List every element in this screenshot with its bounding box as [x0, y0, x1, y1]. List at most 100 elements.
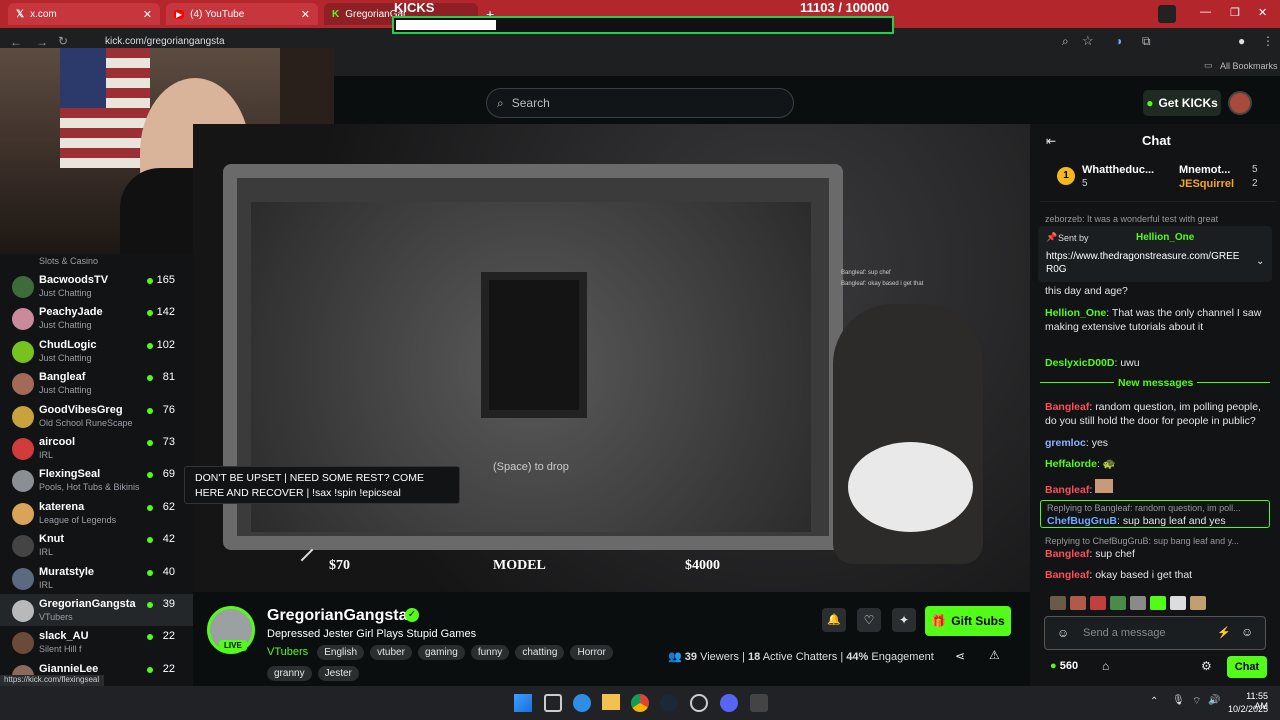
profile-icon[interactable]: [1158, 5, 1176, 23]
sidebar-channel-muratstyle[interactable]: Muratstyle IRL 40: [0, 562, 193, 594]
puzzle-icon[interactable]: ⧉: [1142, 34, 1151, 49]
emote-picker-icon[interactable]: ⚡: [1217, 626, 1231, 639]
message-user[interactable]: Bangleaf: [1045, 569, 1089, 581]
bookmark-star-icon[interactable]: ☆: [1082, 33, 1094, 49]
message-user[interactable]: Bangleaf: [1045, 484, 1089, 496]
emote-icon[interactable]: [1190, 596, 1206, 610]
sidebar-channel-bacwoodstv[interactable]: BacwoodsTV Just Chatting 165: [0, 270, 193, 302]
report-icon[interactable]: ⚠: [989, 648, 1000, 662]
tag[interactable]: granny: [267, 666, 312, 681]
gift-subs-button[interactable]: 🎁 Gift Subs: [925, 606, 1011, 636]
search-input[interactable]: ⌕ Search: [486, 88, 794, 118]
task-view-icon[interactable]: [544, 694, 562, 712]
emote-icon[interactable]: [1110, 596, 1126, 610]
tag[interactable]: vtuber: [370, 645, 412, 660]
message-user[interactable]: DeslyxicD00D: [1045, 357, 1114, 369]
message-text: this day and age?: [1045, 285, 1128, 297]
message-user[interactable]: Bangleaf: [1045, 401, 1089, 413]
sidebar-channel-aircool[interactable]: aircool IRL 73: [0, 432, 193, 464]
emote-icon[interactable]: [1150, 596, 1166, 610]
emote-icon[interactable]: [1070, 596, 1086, 610]
leader-name[interactable]: JESquirrel: [1179, 178, 1234, 190]
discord-icon[interactable]: [720, 694, 738, 712]
leader-name[interactable]: Mnemot...: [1179, 164, 1230, 176]
message-user[interactable]: Bangleaf: [1045, 548, 1089, 560]
chrome-icon[interactable]: [631, 694, 649, 712]
tray-chevron-icon[interactable]: ⌃: [1150, 696, 1158, 707]
collapse-chat-icon[interactable]: ⇤: [1046, 134, 1056, 148]
microphone-icon[interactable]: 🎙: [1172, 695, 1185, 706]
send-chat-button[interactable]: Chat: [1227, 656, 1267, 678]
share-icon[interactable]: ⋖: [955, 649, 965, 663]
sidebar-channel-knut[interactable]: Knut IRL 42: [0, 529, 193, 561]
viewer-count: 76: [162, 403, 175, 416]
close-window-icon[interactable]: ✕: [1258, 6, 1267, 19]
channel-avatar: [12, 535, 34, 558]
chevron-down-icon[interactable]: ⌄: [1256, 256, 1264, 267]
tag[interactable]: English: [317, 645, 365, 660]
emote-icon[interactable]: [1170, 596, 1186, 610]
gift-icon[interactable]: ⌂: [1102, 659, 1109, 673]
tag[interactable]: chatting: [515, 645, 565, 660]
wifi-icon[interactable]: ⌔: [1192, 695, 1201, 708]
close-icon[interactable]: ✕: [143, 8, 152, 21]
message-user[interactable]: Heffalorde: [1045, 458, 1097, 470]
tag[interactable]: Jester: [317, 666, 359, 681]
user-avatar[interactable]: [1228, 91, 1252, 115]
category-link[interactable]: VTubers: [267, 646, 308, 658]
sidebar-channel-katerena[interactable]: katerena League of Legends 62: [0, 497, 193, 529]
tab-x[interactable]: 𝕏 x.com ✕: [8, 3, 160, 25]
viewer-count: 62: [162, 500, 175, 513]
emote-icon[interactable]: [1050, 596, 1066, 610]
file-explorer-icon[interactable]: [602, 694, 620, 710]
minimize-icon[interactable]: —: [1200, 6, 1211, 18]
back-icon[interactable]: ←: [10, 35, 22, 49]
zoom-icon[interactable]: ⌕: [1062, 34, 1069, 49]
tab-youtube[interactable]: ▶ (4) YouTube ✕: [166, 3, 318, 25]
message-user[interactable]: ChefBugGruB: [1047, 515, 1117, 527]
emote-icon[interactable]: [1090, 596, 1106, 610]
app-icon[interactable]: [750, 694, 768, 712]
sidebar-channel-flexingseal[interactable]: FlexingSeal Pools, Hot Tubs & Bikinis 69: [0, 464, 193, 496]
close-icon[interactable]: ✕: [301, 8, 310, 21]
maximize-icon[interactable]: ❐: [1230, 6, 1240, 19]
volume-icon[interactable]: 🔊: [1208, 695, 1220, 706]
gear-icon[interactable]: ⚙: [1201, 659, 1212, 673]
emote-icon[interactable]: [1130, 596, 1146, 610]
channel-name[interactable]: GregorianGangsta: [267, 607, 407, 625]
steam-icon[interactable]: [660, 694, 678, 712]
get-kicks-button[interactable]: ● Get KICKs: [1143, 90, 1221, 116]
all-bookmarks[interactable]: All Bookmarks: [1220, 61, 1278, 71]
chat-input[interactable]: ☺ Send a message ⚡ ☺: [1044, 616, 1266, 650]
edge-icon[interactable]: [573, 694, 591, 712]
stream-video[interactable]: (Space) to drop $70 MODEL $4000 Bangleaf…: [193, 124, 1030, 592]
sparkle-button[interactable]: ✦: [892, 608, 916, 632]
obs-icon[interactable]: [690, 694, 708, 712]
leader-name[interactable]: Whattheduc...: [1082, 164, 1154, 176]
extension-icon[interactable]: ◑: [1115, 34, 1122, 48]
follow-heart-button[interactable]: ♡: [857, 608, 881, 632]
menu-icon[interactable]: ⋮: [1262, 34, 1274, 48]
sidebar-channel-chudlogic[interactable]: ChudLogic Just Chatting 102: [0, 335, 193, 367]
tag[interactable]: funny: [470, 645, 510, 660]
sidebar-channel-gregoriangangsta[interactable]: GregorianGangsta VTubers 39: [0, 594, 193, 626]
notification-bell-button[interactable]: 🔔: [822, 608, 846, 632]
url-text[interactable]: kick.com/gregoriangangsta: [105, 36, 225, 47]
pinned-user[interactable]: Hellion_One: [1136, 232, 1194, 243]
tag[interactable]: Horror: [570, 645, 613, 660]
windows-start-icon[interactable]: [514, 694, 532, 712]
message-user[interactable]: gremloc: [1045, 437, 1086, 449]
clock-date[interactable]: 10/2/2025: [1226, 704, 1268, 714]
reload-icon[interactable]: ↻: [58, 34, 68, 48]
forward-icon[interactable]: →: [36, 35, 48, 49]
sidebar-channel-peachyjade[interactable]: PeachyJade Just Chatting 142: [0, 302, 193, 334]
message-user[interactable]: Hellion_One: [1045, 307, 1106, 319]
points-display[interactable]: ● 560: [1050, 660, 1078, 672]
sidebar-channel-bangleaf[interactable]: Bangleaf Just Chatting 81: [0, 367, 193, 399]
pinned-link[interactable]: https://www.thedragonstreasure.com/GREER…: [1046, 250, 1246, 276]
tag[interactable]: gaming: [417, 645, 465, 660]
sidebar-channel-slack_au[interactable]: slack_AU Silent Hill f 22: [0, 626, 193, 658]
sidebar-channel-goodvibesgreg[interactable]: GoodVibesGreg Old School RuneScape 76: [0, 400, 193, 432]
emoji-icon[interactable]: ☺: [1241, 625, 1253, 639]
profile-avatar-icon[interactable]: ●: [1238, 34, 1245, 48]
